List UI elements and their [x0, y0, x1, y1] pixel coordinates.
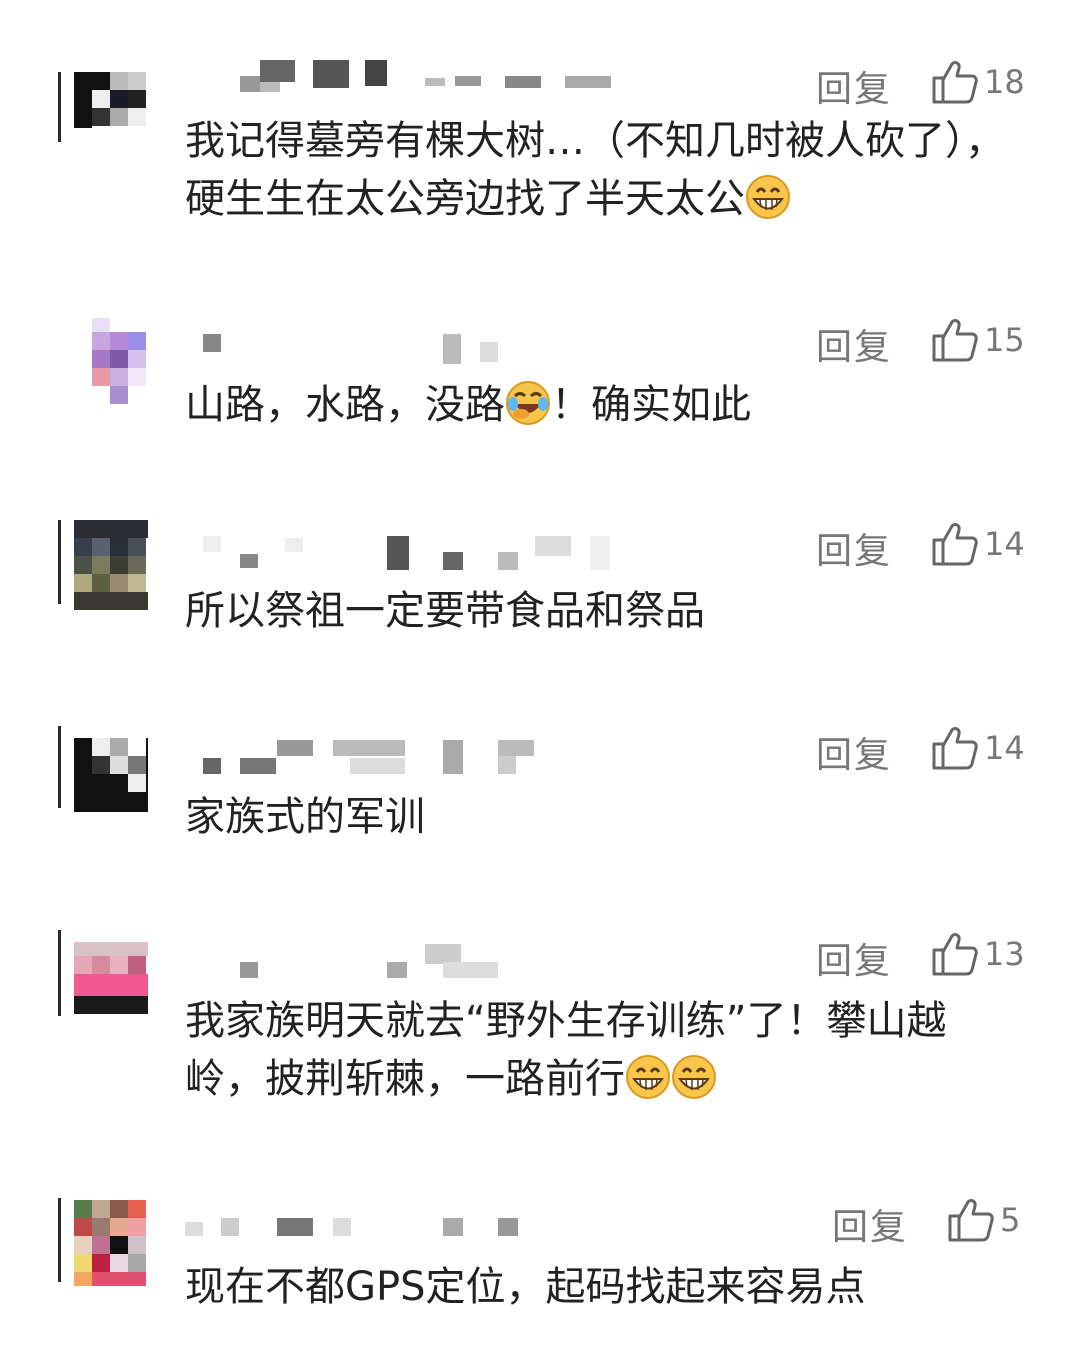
like-button[interactable]: 15 — [932, 318, 1025, 362]
avatar-edge — [58, 520, 61, 604]
like-button[interactable]: 5 — [948, 1198, 1020, 1242]
reply-button[interactable]: 回复 — [832, 1198, 908, 1250]
thumbs-up-icon — [932, 726, 978, 770]
comment-text: 家族式的军训 — [185, 788, 1005, 846]
like-count: 14 — [984, 525, 1025, 563]
avatar-image — [74, 318, 148, 404]
like-button[interactable]: 14 — [932, 726, 1025, 770]
like-button[interactable]: 13 — [932, 932, 1025, 976]
comment-body-b: ！确实如此 — [551, 382, 751, 428]
avatar-image — [74, 726, 148, 812]
username-blurred[interactable] — [185, 942, 625, 982]
username-blurred[interactable] — [185, 328, 625, 368]
comment-text: 我家族明天就去“野外生存训练”了！攀山越岭，披荆斩棘，一路前行 — [185, 992, 1005, 1108]
avatar-edge — [58, 72, 61, 142]
like-button[interactable]: 14 — [932, 522, 1025, 566]
comment-body: 我记得墓旁有棵大树…（不知几时被人砍了），硬生生在太公旁边找了半天太公 — [185, 118, 1005, 222]
like-count: 14 — [984, 729, 1025, 767]
comment-body: 现在不都GPS定位，起码找起来容易点 — [185, 1264, 866, 1310]
thumbs-up-icon — [932, 932, 978, 976]
avatar-edge — [58, 1198, 61, 1282]
avatar-image — [74, 1198, 148, 1286]
avatar-edge — [58, 930, 61, 1016]
grin-icon — [745, 174, 791, 220]
comment-body: 所以祭祖一定要带食品和祭品 — [185, 588, 705, 634]
comment-body: 我家族明天就去“野外生存训练”了！攀山越岭，披荆斩棘，一路前行 — [185, 998, 947, 1102]
comment-text: 山路，水路，没路 ！确实如此 — [185, 376, 1005, 434]
comment-text: 所以祭祖一定要带食品和祭品 — [185, 582, 1005, 640]
grin-icon — [671, 1054, 717, 1100]
username-blurred[interactable] — [185, 60, 625, 100]
thumbs-up-icon — [932, 60, 978, 104]
avatar-image — [74, 930, 148, 1014]
username-blurred[interactable] — [185, 1212, 625, 1252]
like-count: 5 — [1000, 1201, 1021, 1239]
like-count: 18 — [984, 63, 1025, 101]
comment-text: 我记得墓旁有棵大树…（不知几时被人砍了），硬生生在太公旁边找了半天太公 — [185, 112, 1005, 228]
thumbs-up-icon — [948, 1198, 994, 1242]
avatar-edge — [58, 726, 61, 808]
username-blurred[interactable] — [185, 534, 665, 574]
grin-icon — [625, 1054, 671, 1100]
reply-button[interactable]: 回复 — [816, 522, 892, 574]
username-blurred[interactable] — [185, 738, 625, 778]
comment-body-a: 山路，水路，没路 — [185, 382, 505, 428]
like-button[interactable]: 18 — [932, 60, 1025, 104]
thumbs-up-icon — [932, 522, 978, 566]
reply-button[interactable]: 回复 — [816, 932, 892, 984]
comment-text: 现在不都GPS定位，起码找起来容易点 — [185, 1258, 1005, 1316]
like-count: 13 — [984, 935, 1025, 973]
reply-button[interactable]: 回复 — [816, 318, 892, 370]
avatar-image — [74, 520, 148, 610]
avatar-image — [74, 72, 148, 146]
comment-body: 家族式的军训 — [185, 794, 425, 840]
reply-button[interactable]: 回复 — [816, 60, 892, 112]
like-count: 15 — [984, 321, 1025, 359]
reply-button[interactable]: 回复 — [816, 726, 892, 778]
thumbs-up-icon — [932, 318, 978, 362]
laugh-cry-icon — [505, 380, 551, 426]
